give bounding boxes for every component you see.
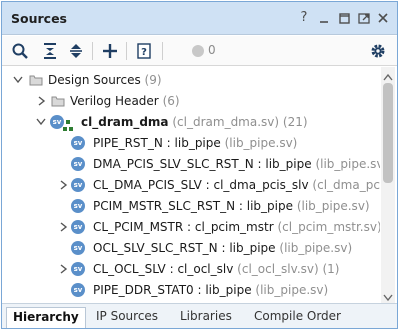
tab-libraries[interactable]: Libraries [174, 307, 238, 328]
tree-item-file: (lib_pipe.sv) [224, 136, 298, 150]
tree-item-label: DMA_PCIS_SLV_SLC_RST_N : lib_pipe [93, 157, 312, 171]
chevron-right-icon[interactable] [57, 259, 69, 279]
tab-ip-sources[interactable]: IP Sources [90, 307, 164, 328]
tree-node-count: (9) [144, 73, 162, 87]
toolbar-separator [92, 42, 93, 60]
sv-file-icon: sv [71, 241, 85, 255]
toolbar: ? 0 [2, 36, 397, 66]
title-bar: Sources ? [2, 2, 397, 35]
chevron-down-icon[interactable] [12, 70, 24, 90]
svg-text:?: ? [141, 47, 147, 58]
folder-icon [29, 73, 43, 93]
tree-node-cl-dram-dma[interactable]: sv cl_dram_dma (cl_dram_dma.sv) (21) [2, 112, 380, 132]
scroll-up-icon[interactable] [383, 70, 393, 81]
sv-file-icon: sv [71, 283, 85, 297]
sv-file-icon: sv [71, 220, 85, 234]
tab-compile-order[interactable]: Compile Order [248, 307, 347, 328]
tree-node-label: cl_dram_dma [81, 115, 169, 129]
sv-file-icon: sv [71, 157, 85, 171]
tree-item-pipe-ddr-stat0[interactable]: sv PIPE_DDR_STAT0 : lib_pipe (lib_pipe.s… [2, 280, 380, 300]
tree-node-count: (21) [282, 115, 308, 129]
tab-hierarchy[interactable]: Hierarchy [6, 307, 86, 328]
chevron-right-icon[interactable] [57, 217, 69, 237]
tree-node-label: Design Sources [48, 73, 141, 87]
tree-item-pipe-rst-n[interactable]: sv PIPE_RST_N : lib_pipe (lib_pipe.sv) [2, 133, 380, 153]
vertical-scrollbar[interactable] [381, 67, 395, 303]
sources-panel: Sources ? ? 0 Design Sources (9) Verilog… [1, 1, 398, 329]
tree-item-label: PIPE_DDR_STAT0 : lib_pipe [93, 283, 252, 297]
tree-item-ocl-slv-slc-rst-n[interactable]: sv OCL_SLV_SLC_RST_N : lib_pipe (lib_pip… [2, 238, 380, 258]
sv-file-icon: sv [50, 115, 64, 129]
tree-item-label: PCIM_MSTR_SLC_RST_N : lib_pipe [93, 199, 293, 213]
tree-item-cl-dma-pcis-slv[interactable]: sv CL_DMA_PCIS_SLV : cl_dma_pcis_slv (cl… [2, 175, 380, 195]
search-icon[interactable] [10, 41, 30, 61]
tree-item-label: CL_PCIM_MSTR : cl_pcim_mstr [93, 220, 274, 234]
float-icon[interactable] [356, 10, 372, 26]
restore-icon[interactable] [336, 10, 352, 26]
tree-item-label: OCL_SLV_SLC_RST_N : lib_pipe [93, 241, 276, 255]
tree-node-design-sources[interactable]: Design Sources (9) [2, 70, 380, 90]
toolbar-separator [162, 42, 163, 60]
sv-file-icon: sv [71, 199, 85, 213]
sources-tree: Design Sources (9) Verilog Header (6) sv [2, 67, 380, 303]
tree-item-file: (lib_pipe.sv) [296, 199, 370, 213]
gear-icon[interactable] [368, 41, 388, 61]
tree-item-file: (cl_pcim_mstr.sv) (2 [277, 220, 380, 234]
tree-item-file: (cl_ocl_slv.sv) (1) [237, 262, 340, 276]
collapse-all-icon[interactable] [40, 41, 60, 61]
tree-item-cl-ocl-slv[interactable]: sv CL_OCL_SLV : cl_ocl_slv (cl_ocl_slv.s… [2, 259, 380, 279]
tree-node-label: Verilog Header [70, 94, 159, 108]
tree-item-label: PIPE_RST_N : lib_pipe [93, 136, 221, 150]
scroll-down-icon[interactable] [383, 291, 393, 302]
minimize-icon[interactable] [316, 10, 332, 26]
folder-icon [51, 94, 65, 114]
chevron-right-icon[interactable] [35, 91, 47, 111]
status-dot-icon [188, 41, 208, 61]
properties-icon[interactable]: ? [134, 41, 154, 61]
tree-item-cl-pcim-mstr[interactable]: sv CL_PCIM_MSTR : cl_pcim_mstr (cl_pcim_… [2, 217, 380, 237]
help-icon[interactable]: ? [296, 10, 312, 26]
sv-file-icon: sv [71, 262, 85, 276]
status-count: 0 [208, 43, 216, 57]
toolbar-separator [126, 42, 127, 60]
add-sources-icon[interactable] [100, 41, 120, 61]
tree-item-file: (lib_pipe.sv) [255, 283, 329, 297]
close-icon[interactable] [375, 10, 391, 26]
panel-title: Sources [11, 11, 67, 26]
tree-item-file: (lib_pipe.sv) [279, 241, 353, 255]
tree-item-file: (lib_pipe.sv) [315, 157, 380, 171]
chevron-down-icon[interactable] [35, 112, 47, 132]
tree-item-pcim-mstr-slc-rst-n[interactable]: sv PCIM_MSTR_SLC_RST_N : lib_pipe (lib_p… [2, 196, 380, 216]
tree-node-count: (6) [162, 94, 180, 108]
tab-bar: Hierarchy IP Sources Libraries Compile O… [2, 303, 397, 328]
tree-item-label: CL_DMA_PCIS_SLV : cl_dma_pcis_slv [93, 178, 309, 192]
sv-file-icon: sv [71, 136, 85, 150]
sv-file-icon: sv [71, 178, 85, 192]
chevron-right-icon[interactable] [57, 175, 69, 195]
expand-all-icon[interactable] [66, 41, 86, 61]
tree-item-file: (cl_dma_pcis_ [312, 178, 380, 192]
tree-item-label: CL_OCL_SLV : cl_ocl_slv [93, 262, 234, 276]
tree-node-file: (cl_dram_dma.sv) [172, 115, 280, 129]
scroll-thumb[interactable] [383, 83, 393, 183]
tree-item-dma-pcis-slv-slc-rst-n[interactable]: sv DMA_PCIS_SLV_SLC_RST_N : lib_pipe (li… [2, 154, 380, 174]
tree-node-verilog-header[interactable]: Verilog Header (6) [2, 91, 380, 111]
